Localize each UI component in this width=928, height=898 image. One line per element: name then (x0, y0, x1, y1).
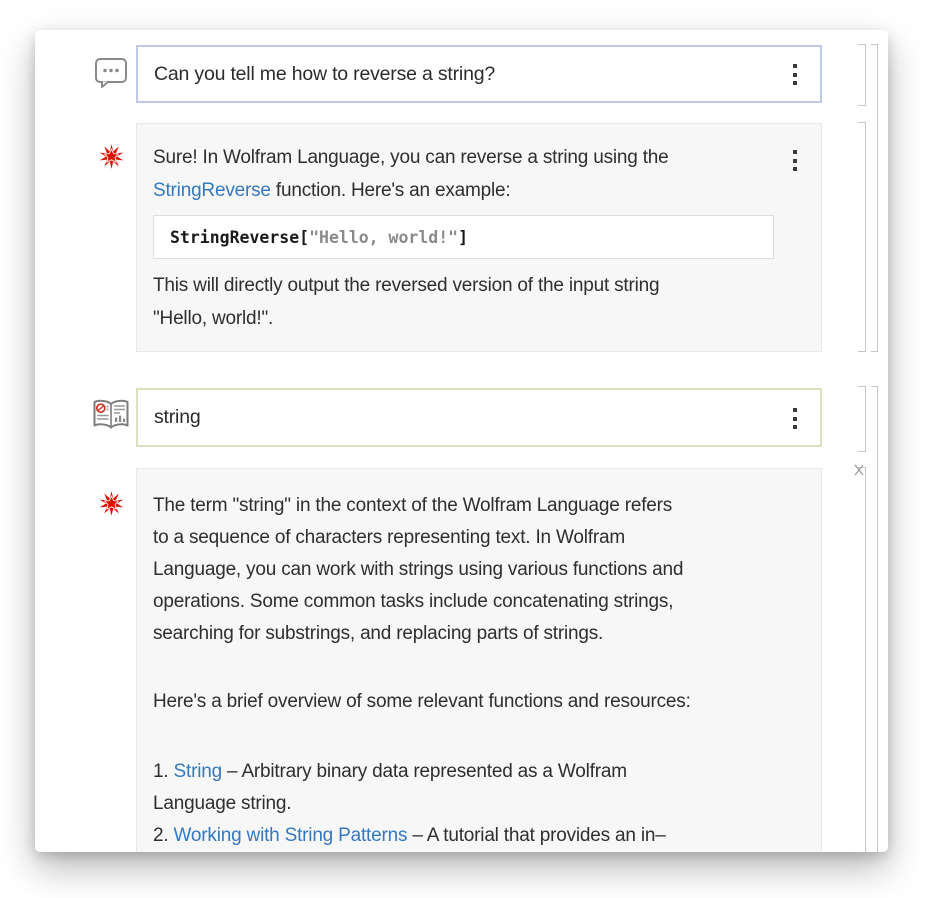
open-book-icon (90, 396, 132, 439)
cell-bracket-docs-input[interactable] (858, 386, 866, 452)
assistant-text-line: searching for substrings, and replacing … (153, 618, 773, 650)
assistant-text-line: "Hello, world!". (153, 302, 773, 335)
wolfram-spikey-icon (98, 490, 125, 522)
list-number: 2. (153, 825, 174, 846)
x-marker-icon (853, 463, 865, 482)
stringreverse-doc-link[interactable]: StringReverse (153, 180, 271, 201)
code-open-bracket: [ (299, 228, 309, 247)
docs-lookup-text[interactable]: string (154, 390, 200, 445)
assistant-text-line: The term "string" in the context of the … (153, 490, 773, 522)
assistant-text-line: Sure! In Wolfram Language, you can rever… (153, 141, 773, 174)
assistant-text-line: operations. Some common tasks include co… (153, 586, 773, 618)
cell-group-bracket-2[interactable] (871, 386, 878, 852)
assistant-list-item: 2. Working with String Patterns – A tuto… (153, 820, 773, 852)
chat-input-cell[interactable]: Can you tell me how to reverse a string? (136, 45, 822, 103)
string-doc-link[interactable]: String (174, 761, 222, 782)
list-number: 1. (153, 761, 174, 782)
assistant-list-item: 1. String – Arbitrary binary data repres… (153, 756, 773, 788)
speech-bubble-icon (93, 56, 129, 95)
chat-input-text[interactable]: Can you tell me how to reverse a string? (154, 47, 495, 101)
code-close-bracket: ] (458, 228, 468, 247)
notebook-window: Can you tell me how to reverse a string?… (35, 30, 888, 852)
cell-bracket-assistant-2[interactable] (858, 467, 866, 852)
assistant-text-line: StringReverse function. Here's an exampl… (153, 174, 773, 207)
code-string-literal: "Hello, world!" (309, 228, 458, 247)
code-block[interactable]: StringReverse["Hello, world!"] (153, 215, 774, 259)
assistant-text-line: to a sequence of characters representing… (153, 522, 773, 554)
assistant-text-line: Here's a brief overview of some relevant… (153, 686, 773, 718)
cell-bracket-assistant-1[interactable] (858, 122, 866, 352)
string-patterns-tutorial-link[interactable]: Working with String Patterns (174, 825, 408, 846)
cell-bracket-chat-input[interactable] (858, 44, 866, 106)
assistant-response-cell: Sure! In Wolfram Language, you can rever… (136, 123, 822, 352)
assistant-response-cell: The term "string" in the context of the … (136, 468, 822, 852)
assistant-text-span: function. Here's an example: (271, 180, 511, 201)
assistant-text-line: This will directly output the reversed v… (153, 269, 773, 302)
vertical-dots-menu-icon[interactable] (793, 64, 797, 85)
assistant-text-line: Language string. (153, 788, 773, 820)
code-function-name: StringReverse (170, 228, 299, 247)
vertical-dots-menu-icon[interactable] (793, 408, 797, 429)
cell-group-bracket-1[interactable] (871, 44, 878, 352)
assistant-text-span: – Arbitrary binary data represented as a… (222, 761, 627, 782)
assistant-text-span: – A tutorial that provides an in– (407, 825, 665, 846)
vertical-dots-menu-icon[interactable] (793, 150, 797, 171)
docs-lookup-input-cell[interactable]: string (136, 388, 822, 447)
assistant-text-line: Language, you can work with strings usin… (153, 554, 773, 586)
wolfram-spikey-icon (98, 143, 125, 175)
